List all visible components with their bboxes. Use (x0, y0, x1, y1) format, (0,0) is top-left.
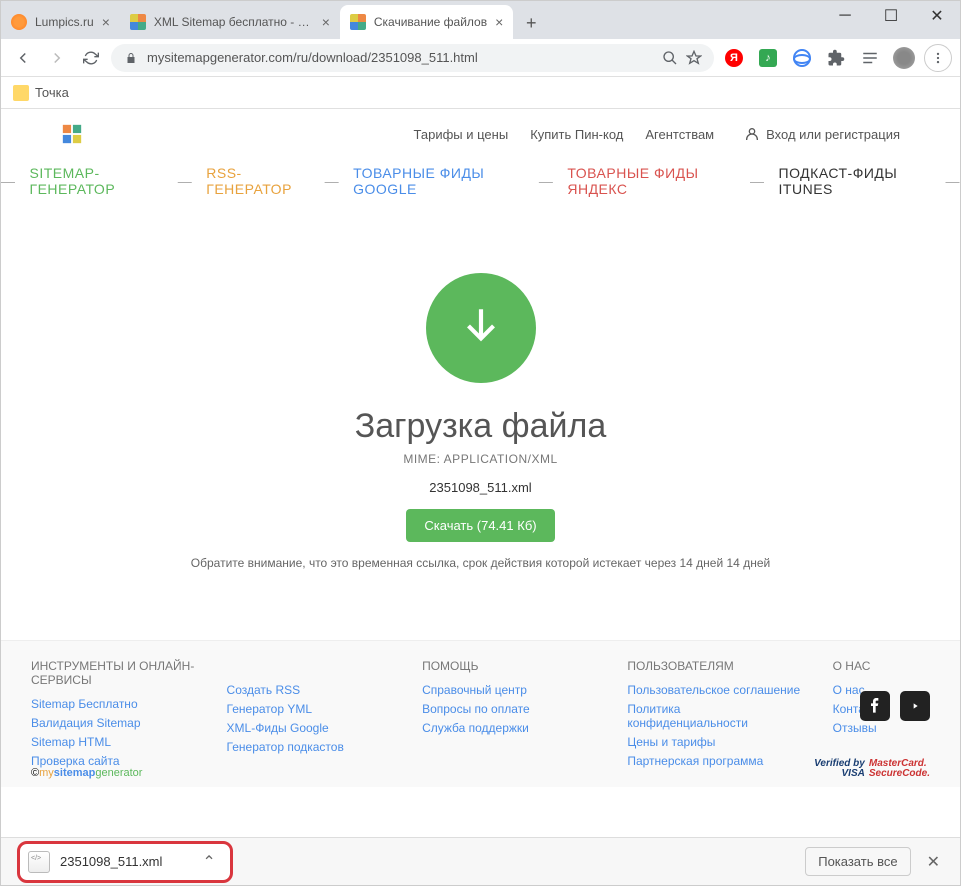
nav-sitemap-gen[interactable]: SITEMAP-ГЕНЕРАТОР (30, 165, 164, 197)
tab-label: Скачивание файлов (374, 15, 487, 29)
copyright: ©mysitemapgenerator (31, 767, 142, 779)
user-icon (744, 126, 760, 142)
close-shelf-button[interactable]: ✕ (923, 848, 944, 876)
reload-button[interactable] (77, 44, 105, 72)
bookmarks-bar: Точка (1, 77, 960, 109)
url-text: mysitemapgenerator.com/ru/download/23510… (147, 50, 654, 65)
back-button[interactable] (9, 44, 37, 72)
social-links (860, 691, 930, 721)
close-icon[interactable]: × (102, 14, 110, 30)
extensions-icon[interactable] (822, 44, 850, 72)
reading-list-icon[interactable] (856, 44, 884, 72)
minimize-button[interactable]: ─ (822, 1, 868, 31)
footer-heading: ПОЛЬЗОВАТЕЛЯМ (627, 659, 802, 673)
nav-rss-gen[interactable]: RSS-ГЕНЕРАТОР (206, 165, 310, 197)
site-header: Тарифы и цены Купить Пин-код Агентствам … (1, 109, 960, 159)
footer-heading: ИНСТРУМЕНТЫ И ОНЛАЙН-СЕРВИСЫ (31, 659, 197, 687)
nav-buy-pin[interactable]: Купить Пин-код (530, 127, 623, 142)
mime-label: MIME: APPLICATION/XML (1, 452, 960, 466)
footer-link[interactable]: Генератор подкастов (227, 740, 393, 754)
site-footer: ИНСТРУМЕНТЫ И ОНЛАЙН-СЕРВИСЫ Sitemap Бес… (1, 640, 960, 787)
lock-icon (123, 50, 139, 66)
download-icon (426, 273, 536, 383)
download-filename: 2351098_511.xml (60, 854, 162, 869)
bookmark-label: Точка (35, 85, 69, 100)
tab-label: XML Sitemap бесплатно - Ге... (154, 15, 314, 29)
close-window-button[interactable]: ✕ (914, 1, 960, 31)
footer-link[interactable]: Служба поддержки (422, 721, 597, 735)
notice-text: Обратите внимание, что это временная ссы… (1, 556, 960, 570)
page-content: Тарифы и цены Купить Пин-код Агентствам … (1, 109, 960, 837)
visa-badge: Verified byVISA (814, 759, 865, 779)
forward-button[interactable] (43, 44, 71, 72)
browser-toolbar: mysitemapgenerator.com/ru/download/23510… (1, 39, 960, 77)
footer-heading: ПОМОЩЬ (422, 659, 597, 673)
yandex-ext-icon[interactable]: Я (720, 44, 748, 72)
payment-badges: Verified byVISA MasterCard.SecureCode. (814, 759, 930, 779)
address-bar[interactable]: mysitemapgenerator.com/ru/download/23510… (111, 44, 714, 72)
footer-link[interactable]: XML-Фиды Google (227, 721, 393, 735)
browser-tab-active[interactable]: Скачивание файлов × (340, 5, 513, 39)
favicon-icon (11, 14, 27, 30)
nav-google-feeds[interactable]: ТОВАРНЫЕ ФИДЫ GOOGLE (353, 165, 525, 197)
footer-link[interactable]: Пользовательское соглашение (627, 683, 802, 697)
nav-tariffs[interactable]: Тарифы и цены (414, 127, 509, 142)
youtube-icon[interactable] (900, 691, 930, 721)
browser-menu-button[interactable] (924, 44, 952, 72)
download-hero: Загрузка файла MIME: APPLICATION/XML 235… (1, 213, 960, 590)
main-nav: — SITEMAP-ГЕНЕРАТОР — RSS-ГЕНЕРАТОР — ТО… (1, 159, 960, 213)
footer-link[interactable]: Валидация Sitemap (31, 716, 197, 730)
folder-icon (13, 85, 29, 101)
chevron-up-icon[interactable]: ⌃ (202, 852, 215, 872)
globe-ext-icon[interactable] (788, 44, 816, 72)
nav-agencies[interactable]: Агентствам (645, 127, 714, 142)
footer-link[interactable]: Генератор YML (227, 702, 393, 716)
new-tab-button[interactable]: + (517, 9, 545, 37)
footer-link[interactable]: Цены и тарифы (627, 735, 802, 749)
footer-heading: О НАС (833, 659, 930, 673)
mastercard-badge: MasterCard.SecureCode. (869, 759, 930, 779)
footer-link[interactable]: Sitemap Бесплатно (31, 697, 197, 711)
footer-heading (227, 659, 393, 673)
download-item[interactable]: 2351098_511.xml ⌃ (17, 841, 233, 883)
bookmark-item[interactable]: Точка (13, 85, 69, 101)
footer-link[interactable]: Политика конфиденциальности (627, 702, 802, 730)
nav-itunes-feeds[interactable]: ПОДКАСТ-ФИДЫ ITUNES (779, 165, 932, 197)
search-icon[interactable] (662, 50, 678, 66)
star-icon[interactable] (686, 50, 702, 66)
tab-label: Lumpics.ru (35, 15, 94, 29)
footer-link[interactable]: Отзывы (833, 721, 930, 735)
page-title: Загрузка файла (1, 407, 960, 446)
site-logo[interactable] (61, 123, 83, 145)
show-all-button[interactable]: Показать все (805, 847, 910, 876)
close-icon[interactable]: × (322, 14, 330, 30)
facebook-icon[interactable] (860, 691, 890, 721)
footer-link[interactable]: Проверка сайта (31, 754, 197, 768)
profile-avatar[interactable] (890, 44, 918, 72)
browser-tab[interactable]: Lumpics.ru × (1, 5, 120, 39)
favicon-icon (350, 14, 366, 30)
file-icon (28, 851, 50, 873)
footer-link[interactable]: Справочный центр (422, 683, 597, 697)
footer-link[interactable]: Вопросы по оплате (422, 702, 597, 716)
footer-link[interactable]: Sitemap HTML (31, 735, 197, 749)
maximize-button[interactable]: ☐ (868, 1, 914, 31)
browser-tab-strip: Lumpics.ru × XML Sitemap бесплатно - Ге.… (1, 1, 960, 39)
browser-tab[interactable]: XML Sitemap бесплатно - Ге... × (120, 5, 340, 39)
download-button[interactable]: Скачать (74.41 Кб) (406, 509, 554, 542)
login-label: Вход или регистрация (766, 127, 900, 142)
footer-link[interactable]: Партнерская программа (627, 754, 802, 768)
nav-yandex-feeds[interactable]: ТОВАРНЫЕ ФИДЫ ЯНДЕКС (567, 165, 736, 197)
favicon-icon (130, 14, 146, 30)
footer-link[interactable]: Создать RSS (227, 683, 393, 697)
top-menu: Тарифы и цены Купить Пин-код Агентствам (414, 127, 715, 142)
login-link[interactable]: Вход или регистрация (744, 126, 900, 142)
download-shelf: 2351098_511.xml ⌃ Показать все ✕ (1, 837, 960, 885)
close-icon[interactable]: × (495, 14, 503, 30)
music-ext-icon[interactable]: ♪ (754, 44, 782, 72)
filename-label: 2351098_511.xml (1, 480, 960, 495)
